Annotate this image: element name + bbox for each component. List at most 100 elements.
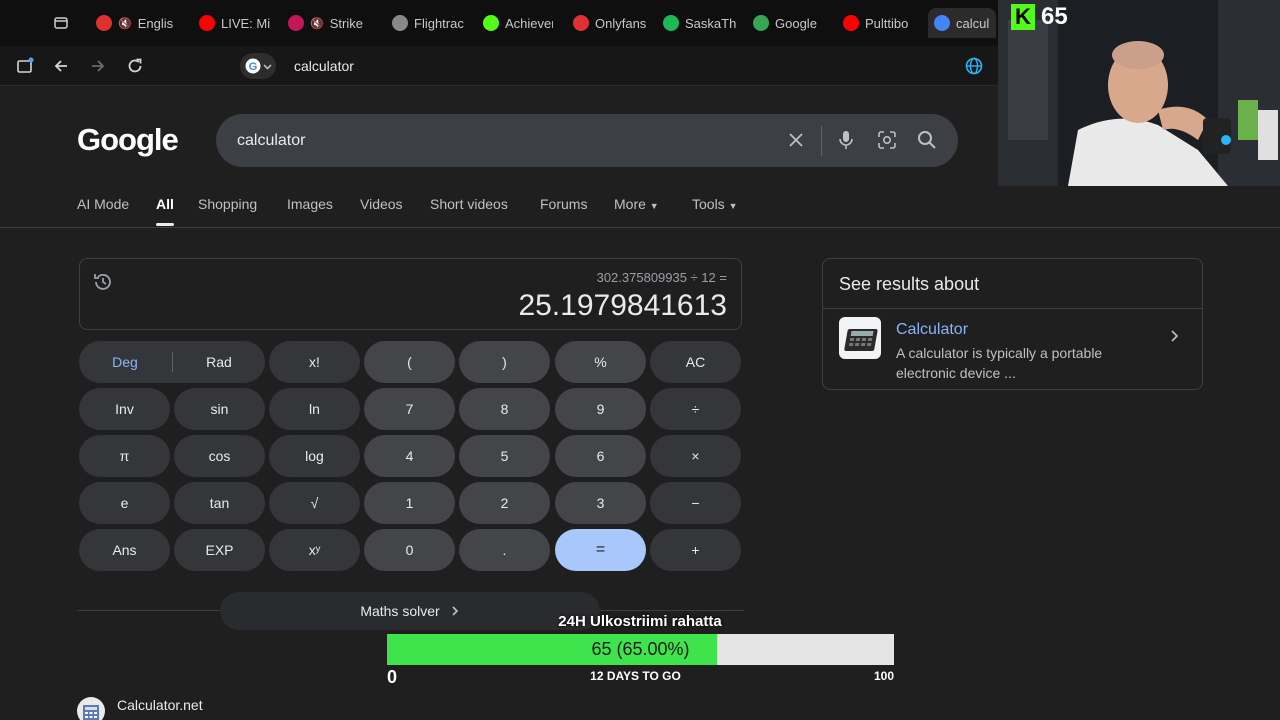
browser-tab[interactable]: LIVE: Mi xyxy=(199,8,271,38)
tab-label: Englis xyxy=(137,15,174,31)
calculator-thumbnail[interactable] xyxy=(839,317,881,359)
browser-tab[interactable]: 🔇 Englis xyxy=(96,8,178,38)
clear-icon[interactable] xyxy=(784,128,808,152)
tab-more[interactable]: More ▼ xyxy=(614,196,659,212)
angle-mode-toggle[interactable]: Deg Rad xyxy=(79,341,265,383)
goal-progress-text: 65 (65.00%) xyxy=(591,639,690,659)
tab-tools[interactable]: Tools ▼ xyxy=(692,196,738,212)
open-paren-key[interactable]: ( xyxy=(364,341,455,383)
translate-icon[interactable] xyxy=(964,56,984,76)
google-logo[interactable]: Google xyxy=(77,122,179,158)
answer-key[interactable]: Ans xyxy=(79,529,170,571)
search-box[interactable]: calculator xyxy=(216,114,958,167)
microphone-icon[interactable] xyxy=(834,128,858,152)
tab-label: Achiever xyxy=(505,15,553,31)
pi-key[interactable]: π xyxy=(79,435,170,477)
tab-forums[interactable]: Forums xyxy=(540,196,587,212)
address-text[interactable]: calculator xyxy=(294,58,354,74)
decimal-key[interactable]: . xyxy=(459,529,550,571)
browser-tab[interactable]: Google xyxy=(753,8,823,38)
digit-6-key[interactable]: 6 xyxy=(555,435,646,477)
digit-4-key[interactable]: 4 xyxy=(364,435,455,477)
search-icon[interactable] xyxy=(915,128,939,152)
rad-button[interactable]: Rad xyxy=(173,341,265,383)
tab-muted-icon[interactable]: 🔇 xyxy=(118,17,132,30)
chevron-down-icon xyxy=(263,64,271,69)
page: 🔇 Englis LIVE: Mi 🔇 Strike Flightrac Achiever O… xyxy=(0,0,1280,720)
ln-key[interactable]: ln xyxy=(269,388,360,430)
sidebar-toggle-icon[interactable] xyxy=(13,54,37,78)
tab-ai-mode[interactable]: AI Mode xyxy=(77,196,129,212)
tab-search-icon[interactable] xyxy=(50,12,72,34)
lens-icon[interactable] xyxy=(875,128,899,152)
tab-favicon-icon xyxy=(96,15,112,31)
divide-key[interactable]: ÷ xyxy=(650,388,741,430)
browser-tab[interactable]: Onlyfans xyxy=(573,8,648,38)
search-input[interactable]: calculator xyxy=(237,132,305,150)
sin-key[interactable]: sin xyxy=(174,388,265,430)
tab-label: Onlyfans xyxy=(595,15,647,31)
caret-down-icon: ▼ xyxy=(649,201,659,211)
all-clear-key[interactable]: AC xyxy=(650,341,741,383)
tab-label: Pulttibo xyxy=(865,15,909,31)
digit-0-key[interactable]: 0 xyxy=(364,529,455,571)
browser-tab[interactable]: calcul× xyxy=(928,8,996,38)
nav-divider xyxy=(0,227,998,228)
tan-key[interactable]: tan xyxy=(174,482,265,524)
browser-tab[interactable]: Flightrac xyxy=(392,8,468,38)
tab-short-videos[interactable]: Short videos xyxy=(430,196,508,212)
forward-icon[interactable] xyxy=(86,54,110,78)
search-result-site[interactable]: Calculator.net xyxy=(77,697,203,720)
browser-tab[interactable]: SaskaTh xyxy=(663,8,737,38)
log-key[interactable]: log xyxy=(269,435,360,477)
cos-key[interactable]: cos xyxy=(174,435,265,477)
tab-favicon-icon xyxy=(483,15,499,31)
power-key[interactable]: xʸ xyxy=(269,529,360,571)
digit-2-key[interactable]: 2 xyxy=(459,482,550,524)
percent-key[interactable]: % xyxy=(555,341,646,383)
tab-shopping[interactable]: Shopping xyxy=(198,196,257,212)
calculator-result: 25.1979841613 xyxy=(518,289,727,322)
close-paren-key[interactable]: ) xyxy=(459,341,550,383)
tab-videos[interactable]: Videos xyxy=(360,196,403,212)
factorial-key[interactable]: x! xyxy=(269,341,360,383)
subtract-key[interactable]: − xyxy=(650,482,741,524)
e-key[interactable]: e xyxy=(79,482,170,524)
goal-max: 100 xyxy=(873,669,894,683)
chevron-right-icon[interactable] xyxy=(1168,329,1182,343)
sqrt-key[interactable]: √ xyxy=(269,482,360,524)
goal-days-remaining: 12 DAYS TO GO xyxy=(590,669,681,683)
back-icon[interactable] xyxy=(49,54,73,78)
tab-muted-icon[interactable]: 🔇 xyxy=(310,17,324,30)
reload-icon[interactable] xyxy=(123,54,147,78)
inverse-key[interactable]: Inv xyxy=(79,388,170,430)
digit-7-key[interactable]: 7 xyxy=(364,388,455,430)
add-key[interactable]: + xyxy=(650,529,741,571)
digit-1-key[interactable]: 1 xyxy=(364,482,455,524)
exp-key[interactable]: EXP xyxy=(174,529,265,571)
knowledge-entity-link[interactable]: Calculator xyxy=(896,321,968,339)
tab-all[interactable]: All xyxy=(156,196,174,226)
browser-tab[interactable]: Achiever xyxy=(483,8,553,38)
knowledge-panel: See results about Calculator A calculato… xyxy=(822,258,1203,390)
tab-label: Strike xyxy=(329,15,363,31)
site-name[interactable]: Calculator.net xyxy=(117,697,203,713)
calculator-display: 302.375809935 ÷ 12 = 25.1979841613 xyxy=(79,258,742,330)
digit-9-key[interactable]: 9 xyxy=(555,388,646,430)
equals-key[interactable]: = xyxy=(555,529,646,571)
multiply-key[interactable]: × xyxy=(650,435,741,477)
browser-tab[interactable]: 🔇 Strike xyxy=(288,8,368,38)
tab-tools-label: Tools xyxy=(692,196,725,212)
site-info-button[interactable]: G xyxy=(240,53,276,79)
history-icon[interactable] xyxy=(92,271,114,293)
deg-button[interactable]: Deg xyxy=(79,341,171,383)
address-bar[interactable]: G calculator xyxy=(240,52,988,80)
tab-label: calcul xyxy=(956,15,990,31)
browser-tab[interactable]: Pulttibo xyxy=(843,8,913,38)
digit-3-key[interactable]: 3 xyxy=(555,482,646,524)
knowledge-panel-title: See results about xyxy=(839,274,980,294)
digit-8-key[interactable]: 8 xyxy=(459,388,550,430)
tab-images[interactable]: Images xyxy=(287,196,333,212)
digit-5-key[interactable]: 5 xyxy=(459,435,550,477)
knowledge-panel-divider xyxy=(823,308,1202,309)
